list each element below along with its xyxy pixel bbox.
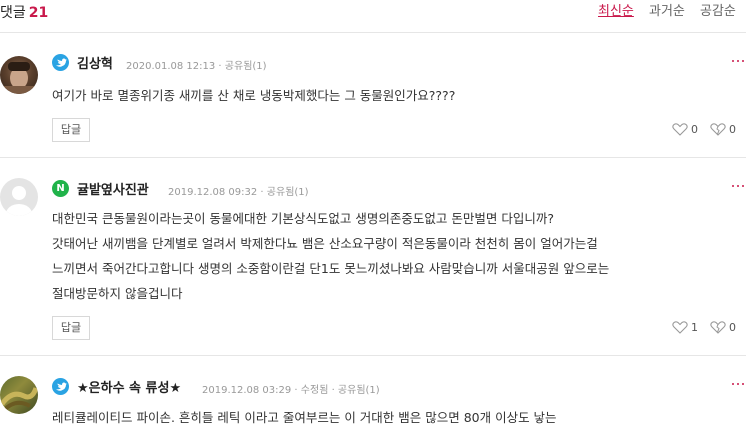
avatar[interactable] — [0, 376, 38, 414]
comment-line: 대한민국 큰동물원이라는곳이 동물에대한 기본상식도없고 생명의존중도없고 돈만… — [52, 211, 554, 226]
broken-heart-icon — [710, 123, 726, 136]
comment-line: 여기가 바로 멸종위기종 새끼를 산 채로 냉동박제했다는 그 동물원인가요??… — [52, 88, 456, 103]
more-options-icon[interactable] — [732, 383, 746, 385]
comment-line: 절대방문하지 않을겁니다 — [52, 286, 183, 301]
comment-body: 대한민국 큰동물원이라는곳이 동물에대한 기본상식도없고 생명의존중도없고 돈만… — [52, 206, 609, 306]
avatar-photo — [0, 62, 38, 94]
sort-popular[interactable]: 공감순 — [700, 0, 736, 19]
comment-line: 느끼면서 죽어간다고합니다 생명의 소중함이란걸 단1도 못느끼셨나봐요 사람맞… — [52, 261, 610, 276]
more-options-icon[interactable] — [732, 60, 746, 62]
comment-item: ★은하수 속 류성★ 2019.12.08 03:29 · 수정됨 · 공유됨(… — [0, 356, 746, 435]
comment-label: 댓글 — [0, 5, 26, 21]
broken-heart-icon — [710, 321, 726, 334]
dislike-count: 0 — [729, 320, 736, 334]
comment-line: 갓태어난 새끼뱀을 단계별로 얼려서 박제한다뇨 뱀은 산소요구량이 적은동물이… — [52, 236, 598, 251]
comment-item: 김상혁 2020.01.08 12:13 · 공유됨(1) 여기가 바로 멸종위… — [0, 33, 746, 158]
avatar[interactable] — [0, 178, 38, 216]
like-count: 1 — [691, 320, 698, 334]
avatar-photo — [0, 387, 38, 412]
sort-latest[interactable]: 최신순 — [598, 0, 634, 19]
heart-icon — [672, 321, 688, 334]
more-options-icon[interactable] — [732, 185, 746, 187]
heart-icon — [672, 123, 688, 136]
dislike-button[interactable]: 0 — [710, 122, 736, 136]
comment-author[interactable]: 김상혁 — [77, 53, 113, 72]
avatar[interactable] — [0, 56, 38, 94]
like-button[interactable]: 1 — [672, 320, 698, 334]
comment-meta: 2019.12.08 09:32 · 공유됨(1) — [168, 187, 309, 198]
comment-item: N 귤밭옆사진관 2019.12.08 09:32 · 공유됨(1) 대한민국 … — [0, 158, 746, 356]
twitter-icon — [52, 54, 69, 71]
dislike-count: 0 — [729, 122, 736, 136]
comments-header: 댓글 21 최신순 과거순 공감순 — [0, 0, 746, 33]
reply-button[interactable]: 답글 — [52, 316, 90, 340]
comment-body: 레티큘레이티드 파이손. 흔히들 레틱 이라고 줄여부르는 이 거대한 뱀은 많… — [52, 405, 557, 430]
comment-meta: 2019.12.08 03:29 · 수정됨 · 공유됨(1) — [202, 385, 380, 396]
naver-icon: N — [52, 180, 69, 197]
comment-author[interactable]: ★은하수 속 류성★ — [77, 377, 181, 396]
comment-author[interactable]: 귤밭옆사진관 — [77, 179, 149, 198]
like-count: 0 — [691, 122, 698, 136]
comment-line: 레티큘레이티드 파이손. 흔히들 레틱 이라고 줄여부르는 이 거대한 뱀은 많… — [52, 410, 557, 425]
reply-button[interactable]: 답글 — [52, 118, 90, 142]
comment-meta: 2020.01.08 12:13 · 공유됨(1) — [126, 61, 267, 72]
like-button[interactable]: 0 — [672, 122, 698, 136]
default-user-icon — [6, 186, 32, 216]
dislike-button[interactable]: 0 — [710, 320, 736, 334]
comment-body: 여기가 바로 멸종위기종 새끼를 산 채로 냉동박제했다는 그 동물원인가요??… — [52, 83, 455, 108]
comment-count: 21 — [28, 5, 49, 21]
twitter-icon — [52, 378, 69, 395]
sort-oldest[interactable]: 과거순 — [649, 0, 685, 19]
comment-count-title: 댓글 21 — [0, 2, 48, 22]
